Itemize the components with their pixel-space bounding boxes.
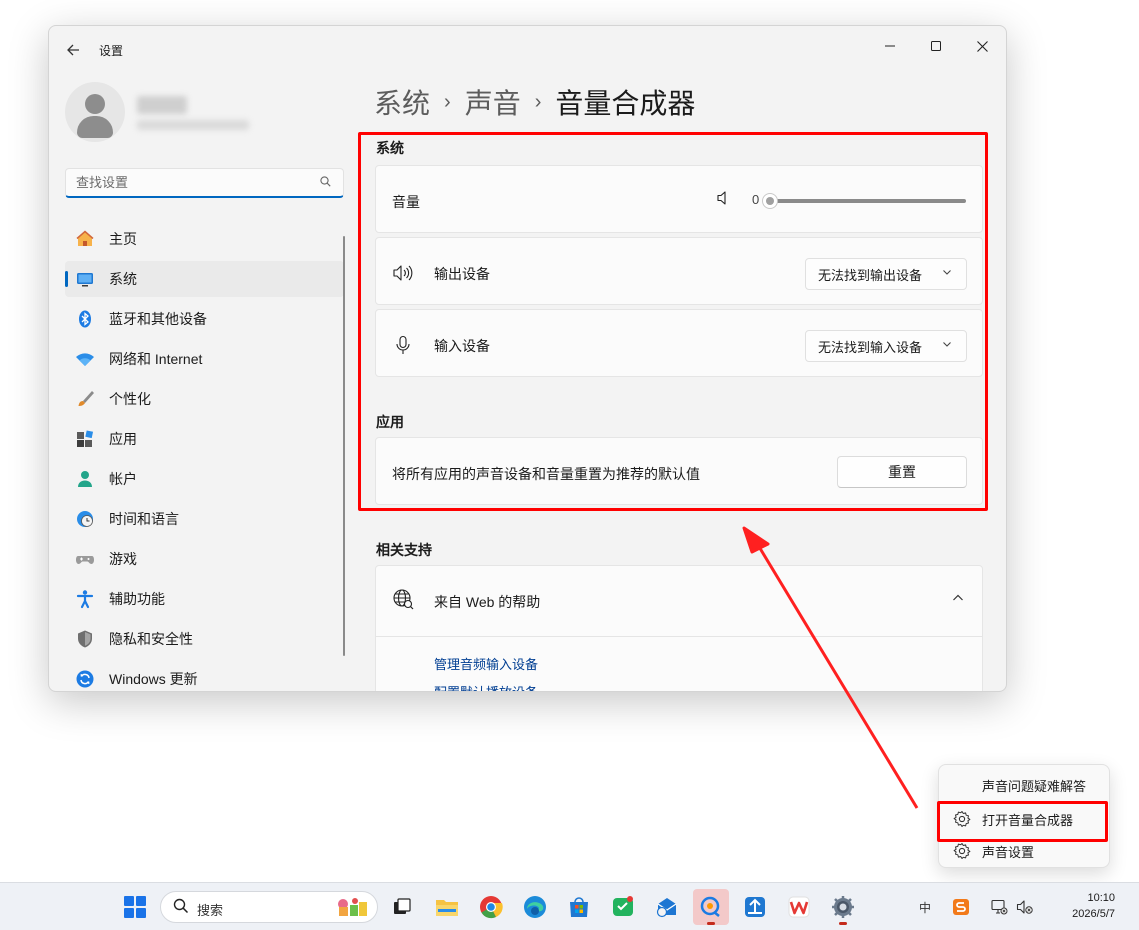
shield-icon bbox=[75, 629, 95, 649]
sidebar-item-privacy[interactable]: 隐私和安全性 bbox=[65, 621, 344, 657]
menu-highlight-box bbox=[937, 801, 1108, 842]
sidebar-item-label: 主页 bbox=[109, 231, 137, 247]
sidebar-item-label: 时间和语言 bbox=[109, 511, 179, 527]
sidebar-item-accessibility[interactable]: 辅助功能 bbox=[65, 581, 344, 617]
search-icon bbox=[320, 176, 331, 190]
user-name-blurred bbox=[137, 96, 187, 114]
file-explorer-icon[interactable] bbox=[429, 889, 465, 925]
help-link[interactable]: 管理音频输入设备 bbox=[434, 654, 538, 673]
sidebar-item-label: 隐私和安全性 bbox=[109, 631, 193, 647]
menu-item-sound-troubleshoot[interactable]: 声音问题疑难解答 bbox=[939, 769, 1109, 801]
wifi-icon bbox=[75, 349, 95, 369]
taskbar-clock[interactable]: 10:10 2026/5/7 bbox=[1072, 890, 1115, 922]
sidebar-item-network[interactable]: 网络和 Internet bbox=[65, 341, 344, 377]
title-bar: 设置 bbox=[49, 26, 1006, 74]
search-input[interactable] bbox=[76, 175, 306, 190]
globe-icon bbox=[392, 588, 414, 610]
clock-date: 2026/5/7 bbox=[1072, 908, 1115, 920]
start-button[interactable] bbox=[124, 896, 146, 918]
back-button[interactable] bbox=[61, 38, 85, 62]
apps-icon bbox=[75, 429, 95, 449]
chrome-icon[interactable] bbox=[473, 889, 509, 925]
ime-indicator[interactable]: 中 bbox=[915, 897, 935, 917]
wps-office-icon[interactable] bbox=[781, 889, 817, 925]
sidebar-item-label: 系统 bbox=[109, 271, 137, 287]
breadcrumb: 系统 › 声音 › 音量合成器 bbox=[374, 82, 695, 122]
highlight-box bbox=[358, 132, 988, 511]
update-icon bbox=[75, 669, 95, 689]
sidebar-item-label: Windows 更新 bbox=[109, 671, 198, 687]
sidebar-item-gaming[interactable]: 游戏 bbox=[65, 541, 344, 577]
sidebar-item-time-language[interactable]: 时间和语言 bbox=[65, 501, 344, 537]
sidebar-item-label: 应用 bbox=[109, 431, 137, 447]
app-title: 设置 bbox=[99, 44, 124, 58]
minimize-icon bbox=[885, 45, 895, 47]
taskbar-search[interactable]: 搜索 bbox=[160, 891, 378, 923]
task-view-icon[interactable] bbox=[384, 889, 420, 925]
accessibility-icon bbox=[75, 589, 95, 609]
bluetooth-icon bbox=[75, 309, 95, 329]
settings-search[interactable] bbox=[65, 168, 344, 198]
support-section-heading: 相关支持 bbox=[376, 542, 432, 558]
web-help-card: 来自 Web 的帮助 管理音频输入设备 配置默认播放设备 bbox=[375, 565, 983, 691]
page-title: 音量合成器 bbox=[555, 88, 696, 119]
sidebar-item-label: 游戏 bbox=[109, 551, 137, 567]
breadcrumb-separator: › bbox=[534, 90, 542, 113]
search-highlight-icon bbox=[335, 896, 369, 918]
system-display-icon bbox=[75, 269, 95, 289]
close-icon bbox=[976, 40, 988, 52]
chevron-up-icon[interactable] bbox=[952, 592, 964, 606]
mail-icon[interactable] bbox=[649, 889, 685, 925]
microsoft-store-icon[interactable] bbox=[561, 889, 597, 925]
gamepad-icon bbox=[75, 549, 95, 569]
breadcrumb-item-system[interactable]: 系统 bbox=[374, 82, 430, 122]
maximize-icon bbox=[931, 41, 941, 51]
edge-icon[interactable] bbox=[517, 889, 553, 925]
sidebar-item-system[interactable]: 系统 bbox=[65, 261, 344, 297]
web-help-title[interactable]: 来自 Web 的帮助 bbox=[434, 592, 540, 612]
back-arrow-icon bbox=[67, 44, 79, 56]
home-icon bbox=[75, 229, 95, 249]
sidebar-item-accounts[interactable]: 帐户 bbox=[65, 461, 344, 497]
sidebar-nav: 主页 系统 蓝牙和其他设备 网络和 Internet 个性化 应用 帐户 时间和… bbox=[65, 221, 344, 691]
upload-app-icon[interactable] bbox=[737, 889, 773, 925]
clock-time: 10:10 bbox=[1087, 892, 1115, 904]
divider bbox=[376, 636, 982, 637]
menu-item-label: 声音问题疑难解答 bbox=[982, 778, 1087, 794]
sidebar-item-home[interactable]: 主页 bbox=[65, 221, 344, 257]
menu-item-label: 声音设置 bbox=[982, 844, 1035, 860]
sidebar-item-label: 个性化 bbox=[109, 391, 151, 407]
feedback-chat-icon[interactable] bbox=[693, 889, 729, 925]
volume-muted-icon[interactable] bbox=[1015, 897, 1035, 917]
search-icon bbox=[173, 898, 189, 918]
settings-icon[interactable] bbox=[825, 889, 861, 925]
sidebar-item-label: 蓝牙和其他设备 bbox=[109, 311, 207, 327]
sidebar-item-personalization[interactable]: 个性化 bbox=[65, 381, 344, 417]
user-email-blurred bbox=[137, 120, 249, 130]
sogou-input-icon[interactable] bbox=[951, 897, 971, 917]
breadcrumb-separator: › bbox=[444, 90, 451, 113]
sidebar-item-label: 帐户 bbox=[109, 471, 137, 487]
sidebar-item-bluetooth[interactable]: 蓝牙和其他设备 bbox=[65, 301, 344, 337]
breadcrumb-item-sound[interactable]: 声音 bbox=[465, 82, 521, 122]
taskbar-search-label: 搜索 bbox=[197, 903, 224, 918]
sidebar-item-apps[interactable]: 应用 bbox=[65, 421, 344, 457]
help-link[interactable]: 配置默认播放设备 bbox=[434, 682, 538, 691]
sidebar-item-label: 网络和 Internet bbox=[109, 351, 203, 367]
taskbar: 搜索 中 10:10 2026/5/7 bbox=[0, 882, 1139, 930]
brush-icon bbox=[75, 389, 95, 409]
wechat-work-icon[interactable] bbox=[605, 889, 641, 925]
network-icon[interactable] bbox=[989, 897, 1009, 917]
close-button[interactable] bbox=[960, 32, 1004, 60]
sidebar-scrollbar[interactable] bbox=[343, 236, 345, 656]
maximize-button[interactable] bbox=[914, 32, 958, 60]
globe-clock-icon bbox=[75, 509, 95, 529]
avatar[interactable] bbox=[65, 82, 125, 142]
minimize-button[interactable] bbox=[868, 32, 912, 60]
gear-icon bbox=[953, 842, 971, 860]
sidebar-item-windows-update[interactable]: Windows 更新 bbox=[65, 661, 344, 691]
account-icon bbox=[75, 469, 95, 489]
sidebar-item-label: 辅助功能 bbox=[109, 591, 165, 607]
